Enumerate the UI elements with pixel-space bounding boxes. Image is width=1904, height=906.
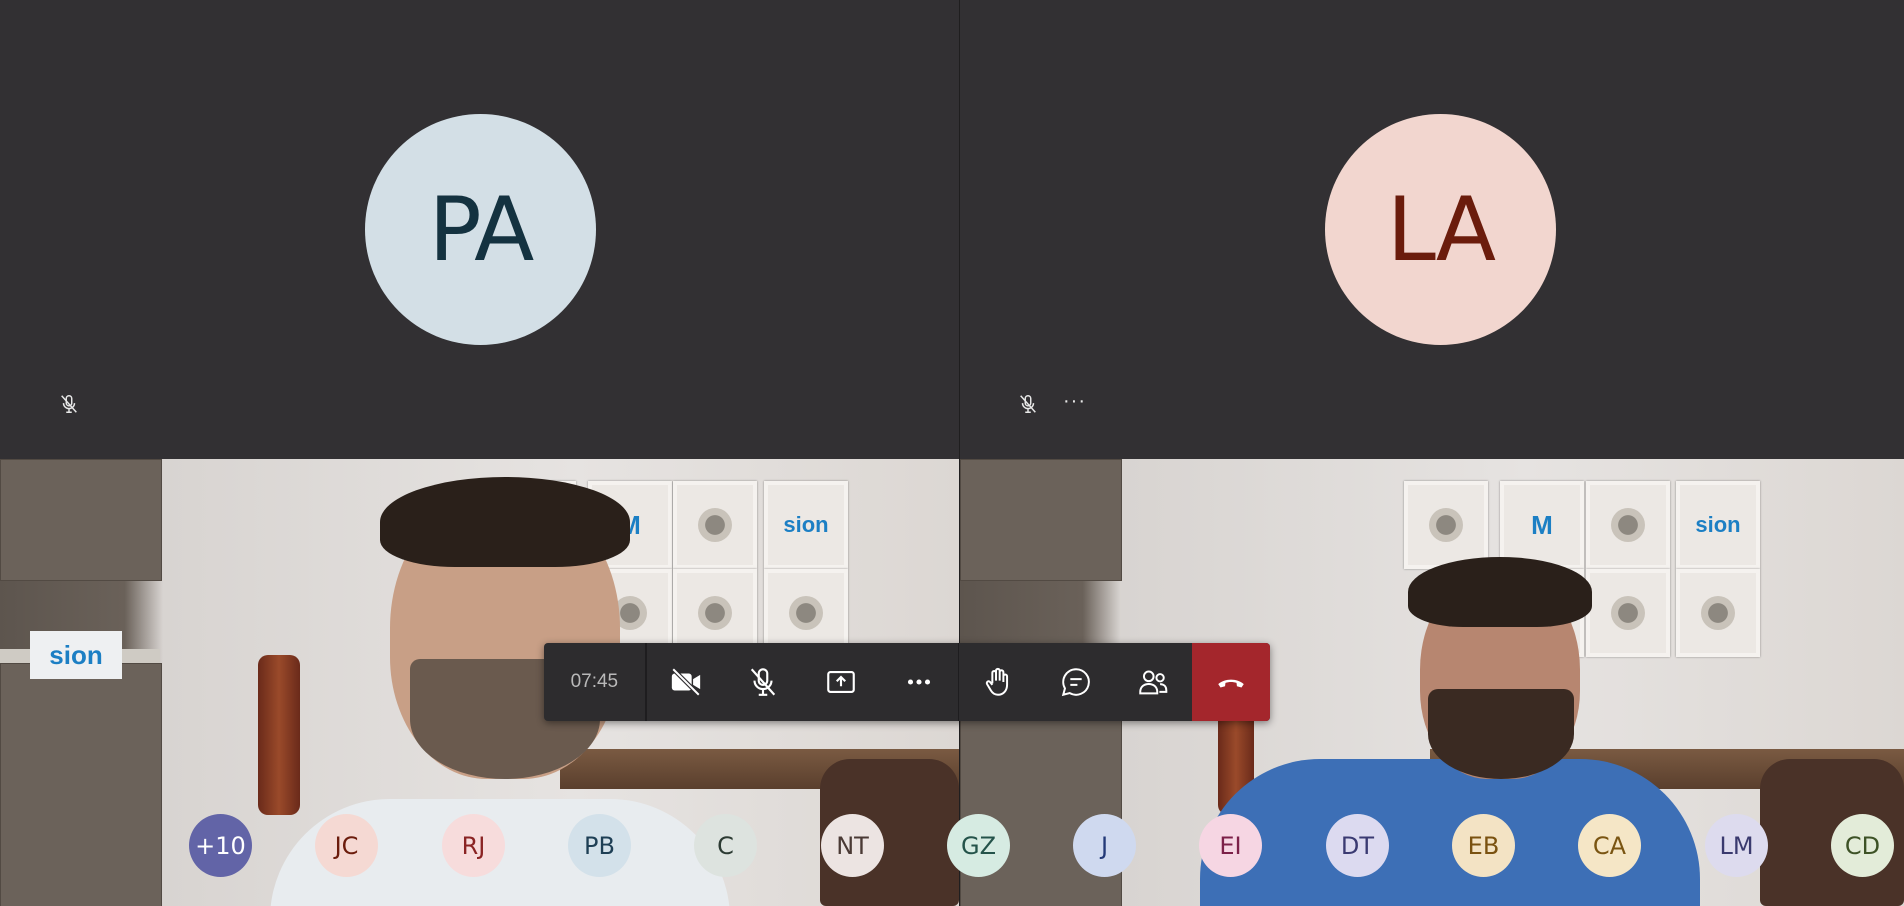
more-icon — [907, 679, 931, 685]
wall-frame — [1676, 569, 1760, 657]
participant-avatar[interactable]: J — [1073, 814, 1136, 877]
chat-button[interactable] — [1037, 643, 1115, 721]
participant-avatar[interactable]: LM — [1705, 814, 1768, 877]
mic-off-icon — [751, 668, 776, 696]
participant-avatar[interactable]: C — [694, 814, 757, 877]
avatar-la: LA — [1325, 114, 1556, 345]
vase — [258, 655, 300, 815]
participant-avatar[interactable]: RJ — [442, 814, 505, 877]
participant-avatar[interactable]: CA — [1578, 814, 1641, 877]
participant-avatar[interactable]: NT — [821, 814, 884, 877]
wall-frame: sion — [1676, 481, 1760, 569]
call-control-bar: 07:45 — [544, 643, 1270, 721]
wall-frame: M — [1500, 481, 1584, 569]
tile-divider — [959, 0, 960, 906]
participant-avatar[interactable]: DT — [1326, 814, 1389, 877]
participant-avatar[interactable]: GZ — [947, 814, 1010, 877]
wall-frame — [673, 481, 757, 569]
participants-button[interactable] — [1114, 643, 1192, 721]
participant-avatar[interactable]: EB — [1452, 814, 1515, 877]
participant-avatar[interactable]: CD — [1831, 814, 1894, 877]
raise-hand-button[interactable] — [959, 643, 1037, 721]
mic-off-icon — [1020, 395, 1036, 413]
mic-off-icon — [61, 395, 77, 413]
wall-frame — [1586, 481, 1670, 569]
wall-frame — [1404, 481, 1488, 569]
hang-up-button[interactable] — [1192, 643, 1270, 721]
chat-icon — [1061, 668, 1090, 697]
raise-hand-icon — [985, 667, 1008, 696]
cabinet — [0, 459, 162, 581]
cabinet — [0, 663, 162, 906]
mic-toggle-button[interactable] — [725, 643, 803, 721]
share-screen-button[interactable] — [802, 643, 880, 721]
wall-frame — [1586, 569, 1670, 657]
camera-off-icon — [671, 667, 700, 697]
call-duration: 07:45 — [570, 671, 619, 692]
share-screen-icon — [827, 671, 855, 693]
participant-tile-pa[interactable]: PA — [0, 0, 959, 459]
wall-frame: sion — [764, 481, 848, 569]
overflow-participants-avatar[interactable]: +10 — [189, 814, 252, 877]
tile-more-options-icon[interactable]: ··· — [1063, 391, 1086, 411]
participant-avatar[interactable]: JC — [315, 814, 378, 877]
more-actions-button[interactable] — [880, 643, 958, 721]
participants-icon — [1139, 670, 1168, 695]
avatar-pa: PA — [365, 114, 596, 345]
participant-avatar[interactable]: PB — [568, 814, 631, 877]
cabinet — [960, 459, 1122, 581]
participant-avatar[interactable]: EI — [1199, 814, 1262, 877]
participant-tile-la[interactable]: LA ··· — [960, 0, 1904, 459]
sion-sign: sion — [30, 631, 122, 679]
hang-up-icon — [1218, 679, 1244, 688]
camera-toggle-button[interactable] — [647, 643, 725, 721]
